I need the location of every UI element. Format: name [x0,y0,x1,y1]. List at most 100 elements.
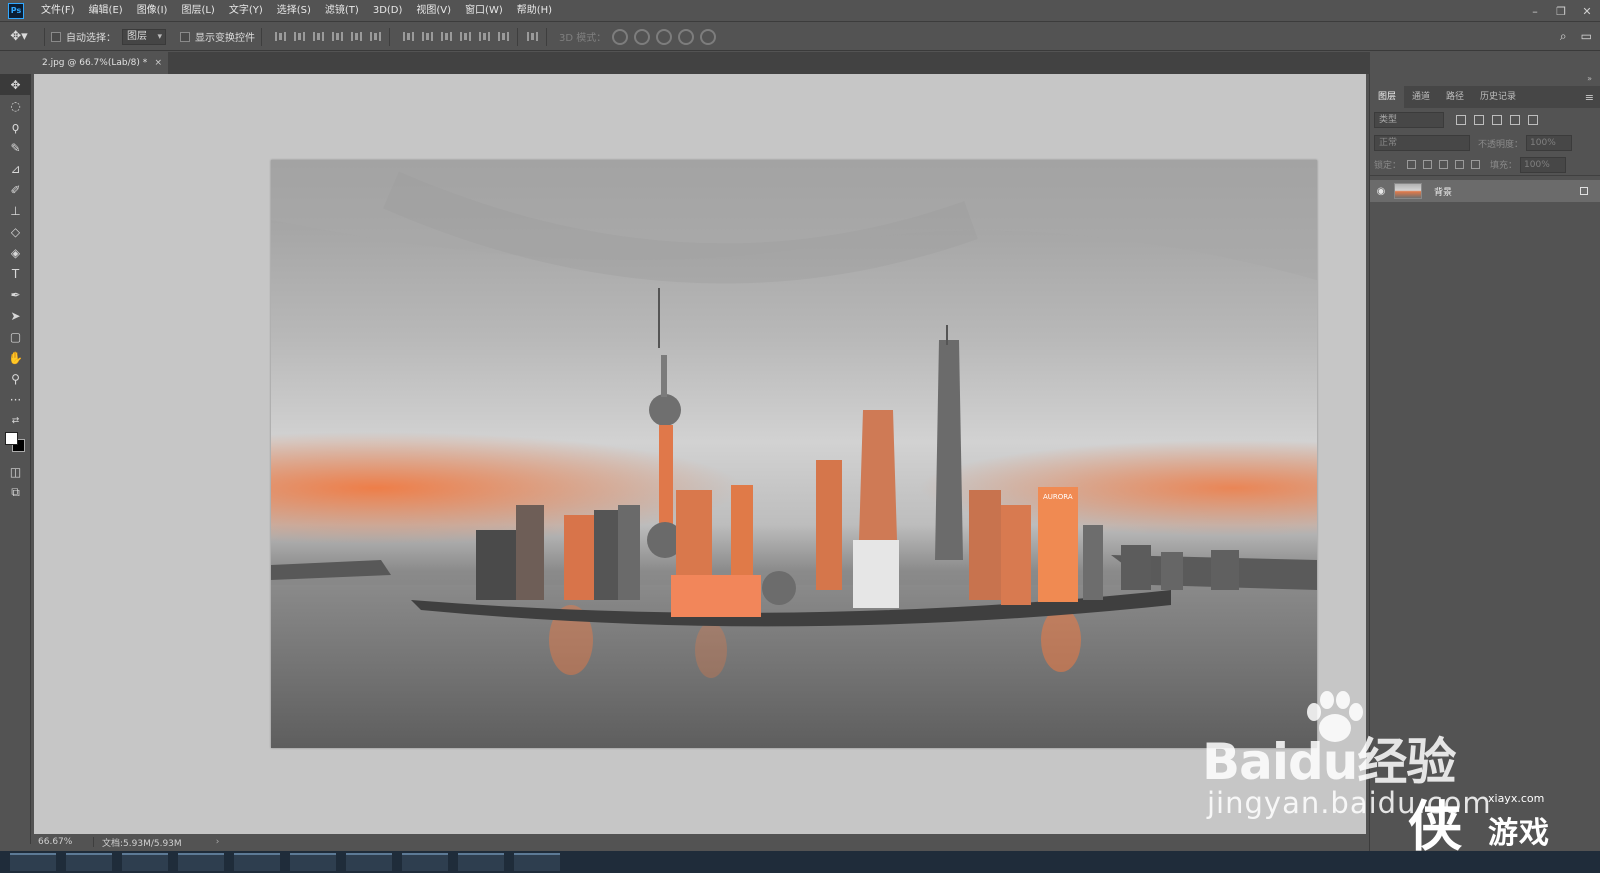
3d-roll-icon[interactable] [634,28,651,45]
taskbar-item[interactable] [178,853,224,871]
lock-transparent-icon[interactable] [1407,160,1417,169]
taskbar-item[interactable] [122,853,168,871]
more-tools-icon[interactable]: ··· [0,389,31,410]
lock-pixels-icon[interactable] [1423,160,1433,169]
taskbar-item[interactable] [514,853,560,871]
fill-field[interactable]: 100% [1520,156,1567,173]
brush-tool-icon[interactable]: ✐ [0,179,31,200]
panel-menu-icon[interactable]: ≡ [1585,91,1594,104]
taskbar-item[interactable] [10,853,56,871]
layer-row[interactable]: ◉ 背景 [1370,180,1600,202]
move-tool-preset-icon[interactable]: ✥▾ [0,23,38,51]
menu-layer[interactable]: 图层(L) [174,0,221,22]
filter-adjustment-icon[interactable] [1474,115,1484,125]
hand-tool-icon[interactable]: ✋ [0,347,31,368]
move-tool-icon[interactable]: ✥ [0,74,31,95]
document-tab[interactable]: 2.jpg @ 66.7%(Lab/8) * × [34,52,168,74]
menu-3d[interactable]: 3D(D) [366,0,410,22]
layer-lock-icon[interactable] [1580,187,1588,195]
align-bottom-icon[interactable] [310,29,326,45]
menu-select[interactable]: 选择(S) [270,0,318,22]
distribute-right-icon[interactable] [495,29,511,45]
lock-artboard-icon[interactable] [1455,160,1465,169]
eyedropper-tool-icon[interactable]: ⊿ [0,158,31,179]
lasso-tool-icon[interactable]: ϙ [0,116,31,137]
menu-file[interactable]: 文件(F) [34,0,82,22]
panel-collapse-icon[interactable]: » [1370,74,1600,86]
divider [389,27,390,46]
align-hcenter-icon[interactable] [348,29,364,45]
tab-paths[interactable]: 路径 [1438,86,1472,108]
distribute-left-icon[interactable] [457,29,473,45]
status-menu-arrow[interactable]: › [216,837,220,847]
taskbar-item[interactable] [66,853,112,871]
pen-tool-icon[interactable]: ✒ [0,284,31,305]
layer-filter-select[interactable]: 类型 [1374,112,1444,128]
3d-orbit-icon[interactable] [612,28,629,45]
distribute-hcenter-icon[interactable] [476,29,492,45]
building [594,510,618,600]
quick-select-tool-icon[interactable]: ✎ [0,137,31,158]
distribute-vcenter-icon[interactable] [419,29,435,45]
stamp-tool-icon[interactable]: ⊥ [0,200,31,221]
foreground-color-swatch[interactable] [5,432,18,445]
search-icon[interactable]: ⌕ [1560,29,1567,44]
taskbar-item[interactable] [234,853,280,871]
path-select-tool-icon[interactable]: ➤ [0,305,31,326]
zoom-tool-icon[interactable]: ⚲ [0,368,31,389]
paint-bucket-tool-icon[interactable]: ◈ [0,242,31,263]
menu-help[interactable]: 帮助(H) [510,0,559,22]
quick-mask-icon[interactable]: ◫ [0,461,31,482]
lock-all-icon[interactable] [1471,160,1481,169]
workspace-icon[interactable]: ▭ [1581,29,1592,44]
os-taskbar [0,851,1600,873]
menu-type[interactable]: 文字(Y) [222,0,270,22]
filter-shape-icon[interactable] [1510,115,1520,125]
menu-edit[interactable]: 编辑(E) [82,0,130,22]
distribute-bottom-icon[interactable] [438,29,454,45]
document-canvas[interactable]: AURORA [271,160,1317,748]
menu-filter[interactable]: 滤镜(T) [318,0,366,22]
marquee-tool-icon[interactable]: ◌ [0,95,31,116]
blend-mode-select[interactable]: 正常 [1374,135,1470,151]
building [853,540,899,608]
tab-channels[interactable]: 通道 [1404,86,1438,108]
zoom-level[interactable]: 66.67% [34,837,94,847]
3d-slide-icon[interactable] [678,28,695,45]
type-tool-icon[interactable]: T [0,263,31,284]
align-top-icon[interactable] [272,29,288,45]
opacity-field[interactable]: 100% [1526,135,1573,151]
menu-view[interactable]: 视图(V) [409,0,458,22]
filter-pixel-icon[interactable] [1456,115,1466,125]
auto-select-dropdown[interactable]: 图层 [122,28,166,45]
show-transform-checkbox[interactable] [180,31,190,42]
3d-scale-icon[interactable] [700,28,717,45]
3d-pan-icon[interactable] [656,28,673,45]
lock-position-icon[interactable] [1439,160,1449,169]
minimize-icon[interactable]: – [1522,0,1548,22]
taskbar-item[interactable] [290,853,336,871]
align-right-icon[interactable] [367,29,383,45]
filter-smart-object-icon[interactable] [1528,115,1538,125]
taskbar-item[interactable] [402,853,448,871]
visibility-eye-icon[interactable]: ◉ [1370,186,1392,197]
filter-type-icon[interactable] [1492,115,1502,125]
tab-layers[interactable]: 图层 [1370,86,1405,108]
restore-icon[interactable]: ❐ [1548,0,1574,22]
tab-history[interactable]: 历史记录 [1472,86,1524,108]
close-icon[interactable]: ✕ [1574,0,1600,22]
align-left-icon[interactable] [329,29,345,45]
swap-colors-icon[interactable]: ⇄ [0,410,31,431]
auto-align-icon[interactable] [524,29,540,45]
distribute-top-icon[interactable] [400,29,416,45]
taskbar-item[interactable] [346,853,392,871]
menu-image[interactable]: 图像(I) [130,0,175,22]
menu-window[interactable]: 窗口(W) [458,0,510,22]
auto-select-checkbox[interactable] [51,31,61,42]
screen-mode-icon[interactable]: ⧉ [0,482,31,503]
taskbar-item[interactable] [458,853,504,871]
eraser-tool-icon[interactable]: ◇ [0,221,31,242]
close-tab-icon[interactable]: × [154,52,162,74]
align-vcenter-icon[interactable] [291,29,307,45]
shape-tool-icon[interactable]: ▢ [0,326,31,347]
